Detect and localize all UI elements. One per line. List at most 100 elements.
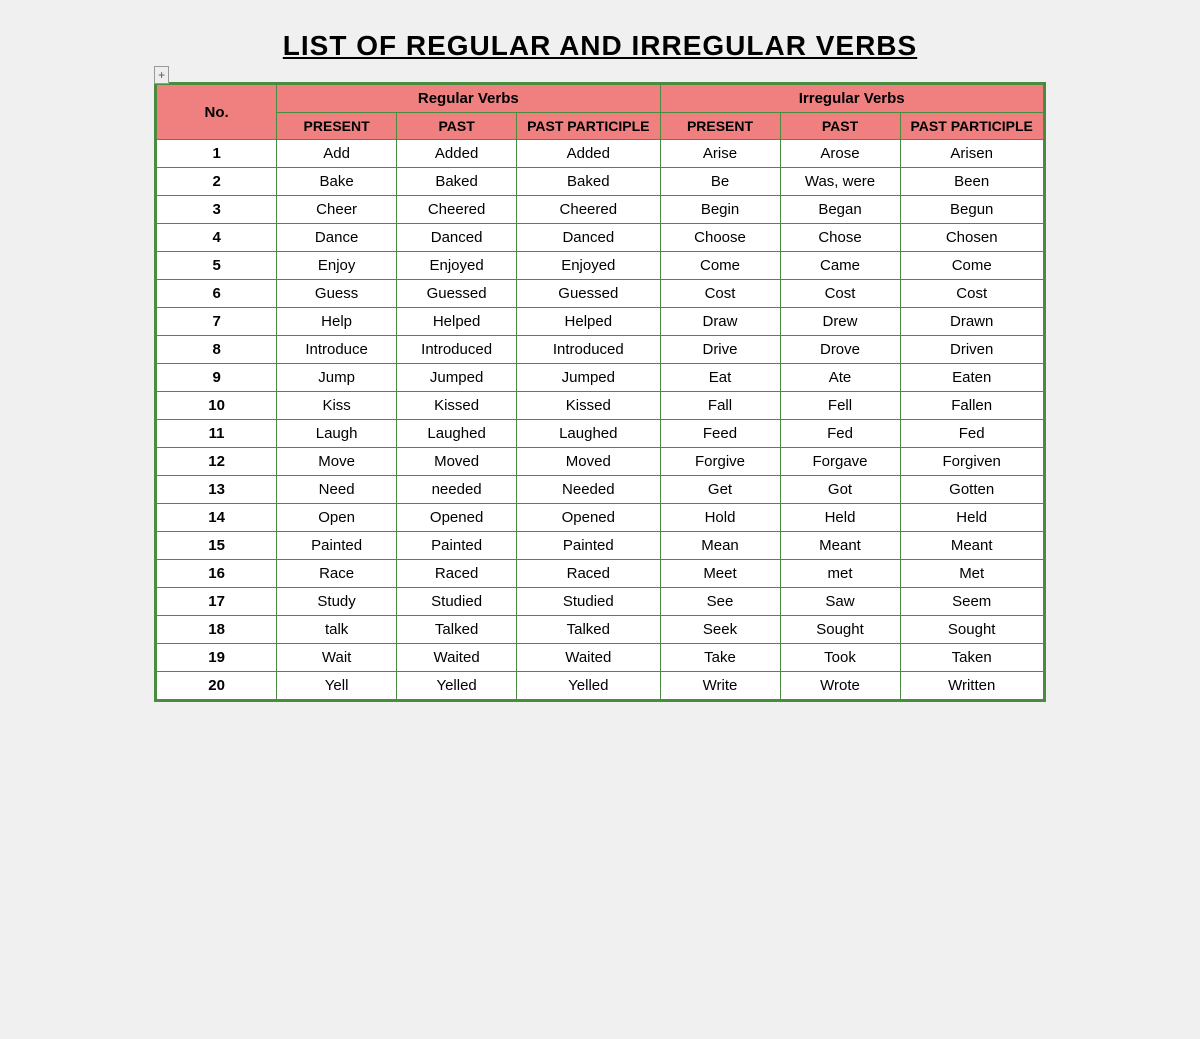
table-cell: 6 [157,280,277,308]
table-cell: Forgive [660,448,780,476]
table-cell: Add [277,140,397,168]
reg-past-header: PAST [397,113,517,140]
table-row: 11LaughLaughedLaughedFeedFedFed [157,420,1044,448]
table-cell: 3 [157,196,277,224]
table-cell: Drew [780,308,900,336]
table-cell: Need [277,476,397,504]
table-cell: See [660,588,780,616]
table-cell: Seem [900,588,1043,616]
table-row: 6GuessGuessedGuessedCostCostCost [157,280,1044,308]
table-cell: Painted [397,532,517,560]
table-cell: Danced [397,224,517,252]
table-cell: Needed [517,476,660,504]
table-cell: Cheer [277,196,397,224]
table-cell: Guess [277,280,397,308]
table-row: 19WaitWaitedWaitedTakeTookTaken [157,644,1044,672]
no-header: No. [157,85,277,140]
irr-present-header: PRESENT [660,113,780,140]
table-cell: 20 [157,672,277,700]
table-cell: Opened [397,504,517,532]
irr-past-header: PAST [780,113,900,140]
table-cell: 17 [157,588,277,616]
table-cell: Yelled [397,672,517,700]
table-cell: Moved [517,448,660,476]
table-cell: 14 [157,504,277,532]
table-cell: Guessed [517,280,660,308]
table-cell: Forgave [780,448,900,476]
table-cell: Began [780,196,900,224]
table-cell: Raced [397,560,517,588]
table-cell: Kiss [277,392,397,420]
table-cell: Fell [780,392,900,420]
table-cell: Kissed [517,392,660,420]
table-cell: Draw [660,308,780,336]
table-cell: Painted [517,532,660,560]
table-cell: Feed [660,420,780,448]
table-cell: Forgiven [900,448,1043,476]
table-cell: 4 [157,224,277,252]
table-cell: Talked [517,616,660,644]
table-cell: Met [900,560,1043,588]
table-cell: Was, were [780,168,900,196]
table-row: 12MoveMovedMovedForgiveForgaveForgiven [157,448,1044,476]
table-cell: Saw [780,588,900,616]
table-cell: 7 [157,308,277,336]
table-cell: Yell [277,672,397,700]
table-cell: Got [780,476,900,504]
table-cell: Bake [277,168,397,196]
table-cell: Chosen [900,224,1043,252]
table-cell: Cheered [397,196,517,224]
table-cell: 15 [157,532,277,560]
table-cell: Laughed [397,420,517,448]
table-cell: Painted [277,532,397,560]
table-row: 9JumpJumpedJumpedEatAteEaten [157,364,1044,392]
table-cell: Taken [900,644,1043,672]
table-cell: Written [900,672,1043,700]
table-row: 15PaintedPaintedPaintedMeanMeantMeant [157,532,1044,560]
table-cell: Seek [660,616,780,644]
table-cell: Arisen [900,140,1043,168]
table-cell: Hold [660,504,780,532]
table-row: 7HelpHelpedHelpedDrawDrewDrawn [157,308,1044,336]
table-cell: Eaten [900,364,1043,392]
table-row: 1AddAddedAddedAriseAroseArisen [157,140,1044,168]
table-row: 14OpenOpenedOpenedHoldHeldHeld [157,504,1044,532]
table-cell: Help [277,308,397,336]
regular-verbs-header: Regular Verbs [277,85,660,113]
table-cell: Wrote [780,672,900,700]
table-cell: Added [397,140,517,168]
table-cell: Fed [780,420,900,448]
verbs-table: No. Regular Verbs Irregular Verbs PRESEN… [156,84,1044,700]
table-cell: Jumped [517,364,660,392]
move-handle[interactable]: + [154,66,169,84]
table-row: 18talkTalkedTalkedSeekSoughtSought [157,616,1044,644]
table-cell: Write [660,672,780,700]
table-cell: 12 [157,448,277,476]
table-cell: Choose [660,224,780,252]
table-cell: Meet [660,560,780,588]
table-row: 5EnjoyEnjoyedEnjoyedComeCameCome [157,252,1044,280]
table-cell: Enjoyed [517,252,660,280]
table-cell: Begin [660,196,780,224]
table-cell: Mean [660,532,780,560]
table-cell: Drive [660,336,780,364]
table-cell: Cheered [517,196,660,224]
table-cell: Wait [277,644,397,672]
table-row: 17StudyStudiedStudiedSeeSawSeem [157,588,1044,616]
irregular-verbs-header: Irregular Verbs [660,85,1043,113]
table-cell: Waited [397,644,517,672]
table-cell: Ate [780,364,900,392]
table-cell: Baked [517,168,660,196]
table-cell: 11 [157,420,277,448]
table-cell: Jumped [397,364,517,392]
table-cell: 1 [157,140,277,168]
table-cell: Come [660,252,780,280]
table-cell: Sought [900,616,1043,644]
table-cell: Yelled [517,672,660,700]
table-row: 13NeedneededNeededGetGotGotten [157,476,1044,504]
table-cell: needed [397,476,517,504]
table-row: 20YellYelledYelledWriteWroteWritten [157,672,1044,700]
table-wrapper: + No. Regular Verbs Irregular Verbs PRES… [154,82,1046,702]
table-row: 16RaceRacedRacedMeetmetMet [157,560,1044,588]
table-cell: Jump [277,364,397,392]
